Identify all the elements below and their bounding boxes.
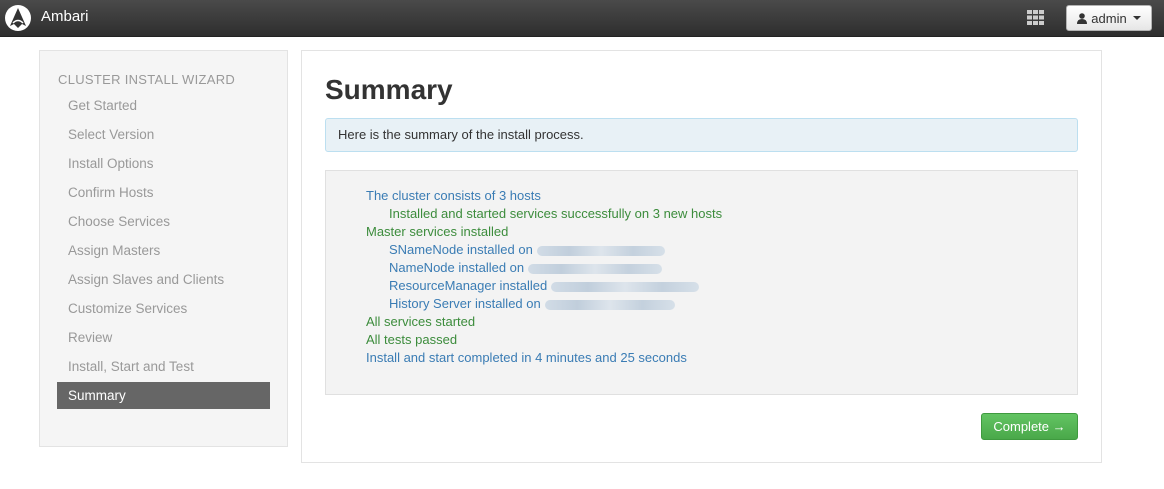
step-assign-slaves-clients[interactable]: Assign Slaves and Clients: [57, 266, 270, 293]
page-title: Summary: [325, 74, 453, 105]
step-review[interactable]: Review: [57, 324, 270, 351]
step-assign-masters[interactable]: Assign Masters: [57, 237, 270, 264]
user-menu-button[interactable]: admin: [1066, 5, 1152, 31]
wizard-steps: Get Started Select Version Install Optio…: [57, 92, 270, 411]
ambari-logo-icon[interactable]: [4, 4, 32, 32]
user-name: admin: [1091, 10, 1127, 26]
summary-historyserver: History Server installed on: [389, 296, 541, 311]
redacted-hostname: [544, 299, 675, 310]
summary-well: The cluster consists of 3 hosts Installe…: [325, 170, 1078, 395]
summary-completed: Install and start completed in 4 minutes…: [366, 350, 687, 365]
summary-namenode-line: NameNode installed on: [366, 259, 1077, 277]
redacted-hostname: [528, 263, 663, 274]
step-get-started[interactable]: Get Started: [57, 92, 270, 119]
summary-resourcemanager: ResourceManager installed: [389, 278, 548, 293]
redacted-hostname: [536, 245, 665, 256]
summary-historyserver-line: History Server installed on: [366, 295, 1077, 313]
complete-button[interactable]: Complete →: [981, 413, 1078, 440]
top-navbar: Ambari admin: [0, 0, 1164, 37]
summary-snamenode: SNameNode installed on: [389, 242, 533, 257]
step-summary[interactable]: Summary: [57, 382, 270, 409]
summary-master-services: Master services installed: [366, 224, 509, 239]
step-install-start-test[interactable]: Install, Start and Test: [57, 353, 270, 380]
summary-resourcemanager-line: ResourceManager installed: [366, 277, 1077, 295]
main-panel: Summary Here is the summary of the insta…: [301, 50, 1102, 463]
app-title[interactable]: Ambari: [41, 8, 89, 25]
redacted-hostname: [551, 281, 700, 292]
summary-all-tests: All tests passed: [366, 332, 458, 347]
step-customize-services[interactable]: Customize Services: [57, 295, 270, 322]
step-select-version[interactable]: Select Version: [57, 121, 270, 148]
summary-snamenode-line: SNameNode installed on: [366, 241, 1077, 259]
grid-icon[interactable]: [1027, 10, 1044, 25]
wizard-sidebar: CLUSTER INSTALL WIZARD Get Started Selec…: [39, 50, 288, 447]
caret-down-icon: [1132, 16, 1141, 20]
summary-namenode: NameNode installed on: [389, 260, 525, 275]
wizard-title: CLUSTER INSTALL WIZARD: [58, 72, 236, 87]
summary-installed-started: Installed and started services successfu…: [389, 206, 723, 221]
step-install-options[interactable]: Install Options: [57, 150, 270, 177]
step-choose-services[interactable]: Choose Services: [57, 208, 270, 235]
info-alert: Here is the summary of the install proce…: [325, 118, 1078, 152]
step-confirm-hosts[interactable]: Confirm Hosts: [57, 179, 270, 206]
summary-all-started: All services started: [366, 314, 476, 329]
summary-cluster-hosts: The cluster consists of 3 hosts: [366, 188, 541, 203]
user-icon: [1077, 12, 1088, 24]
